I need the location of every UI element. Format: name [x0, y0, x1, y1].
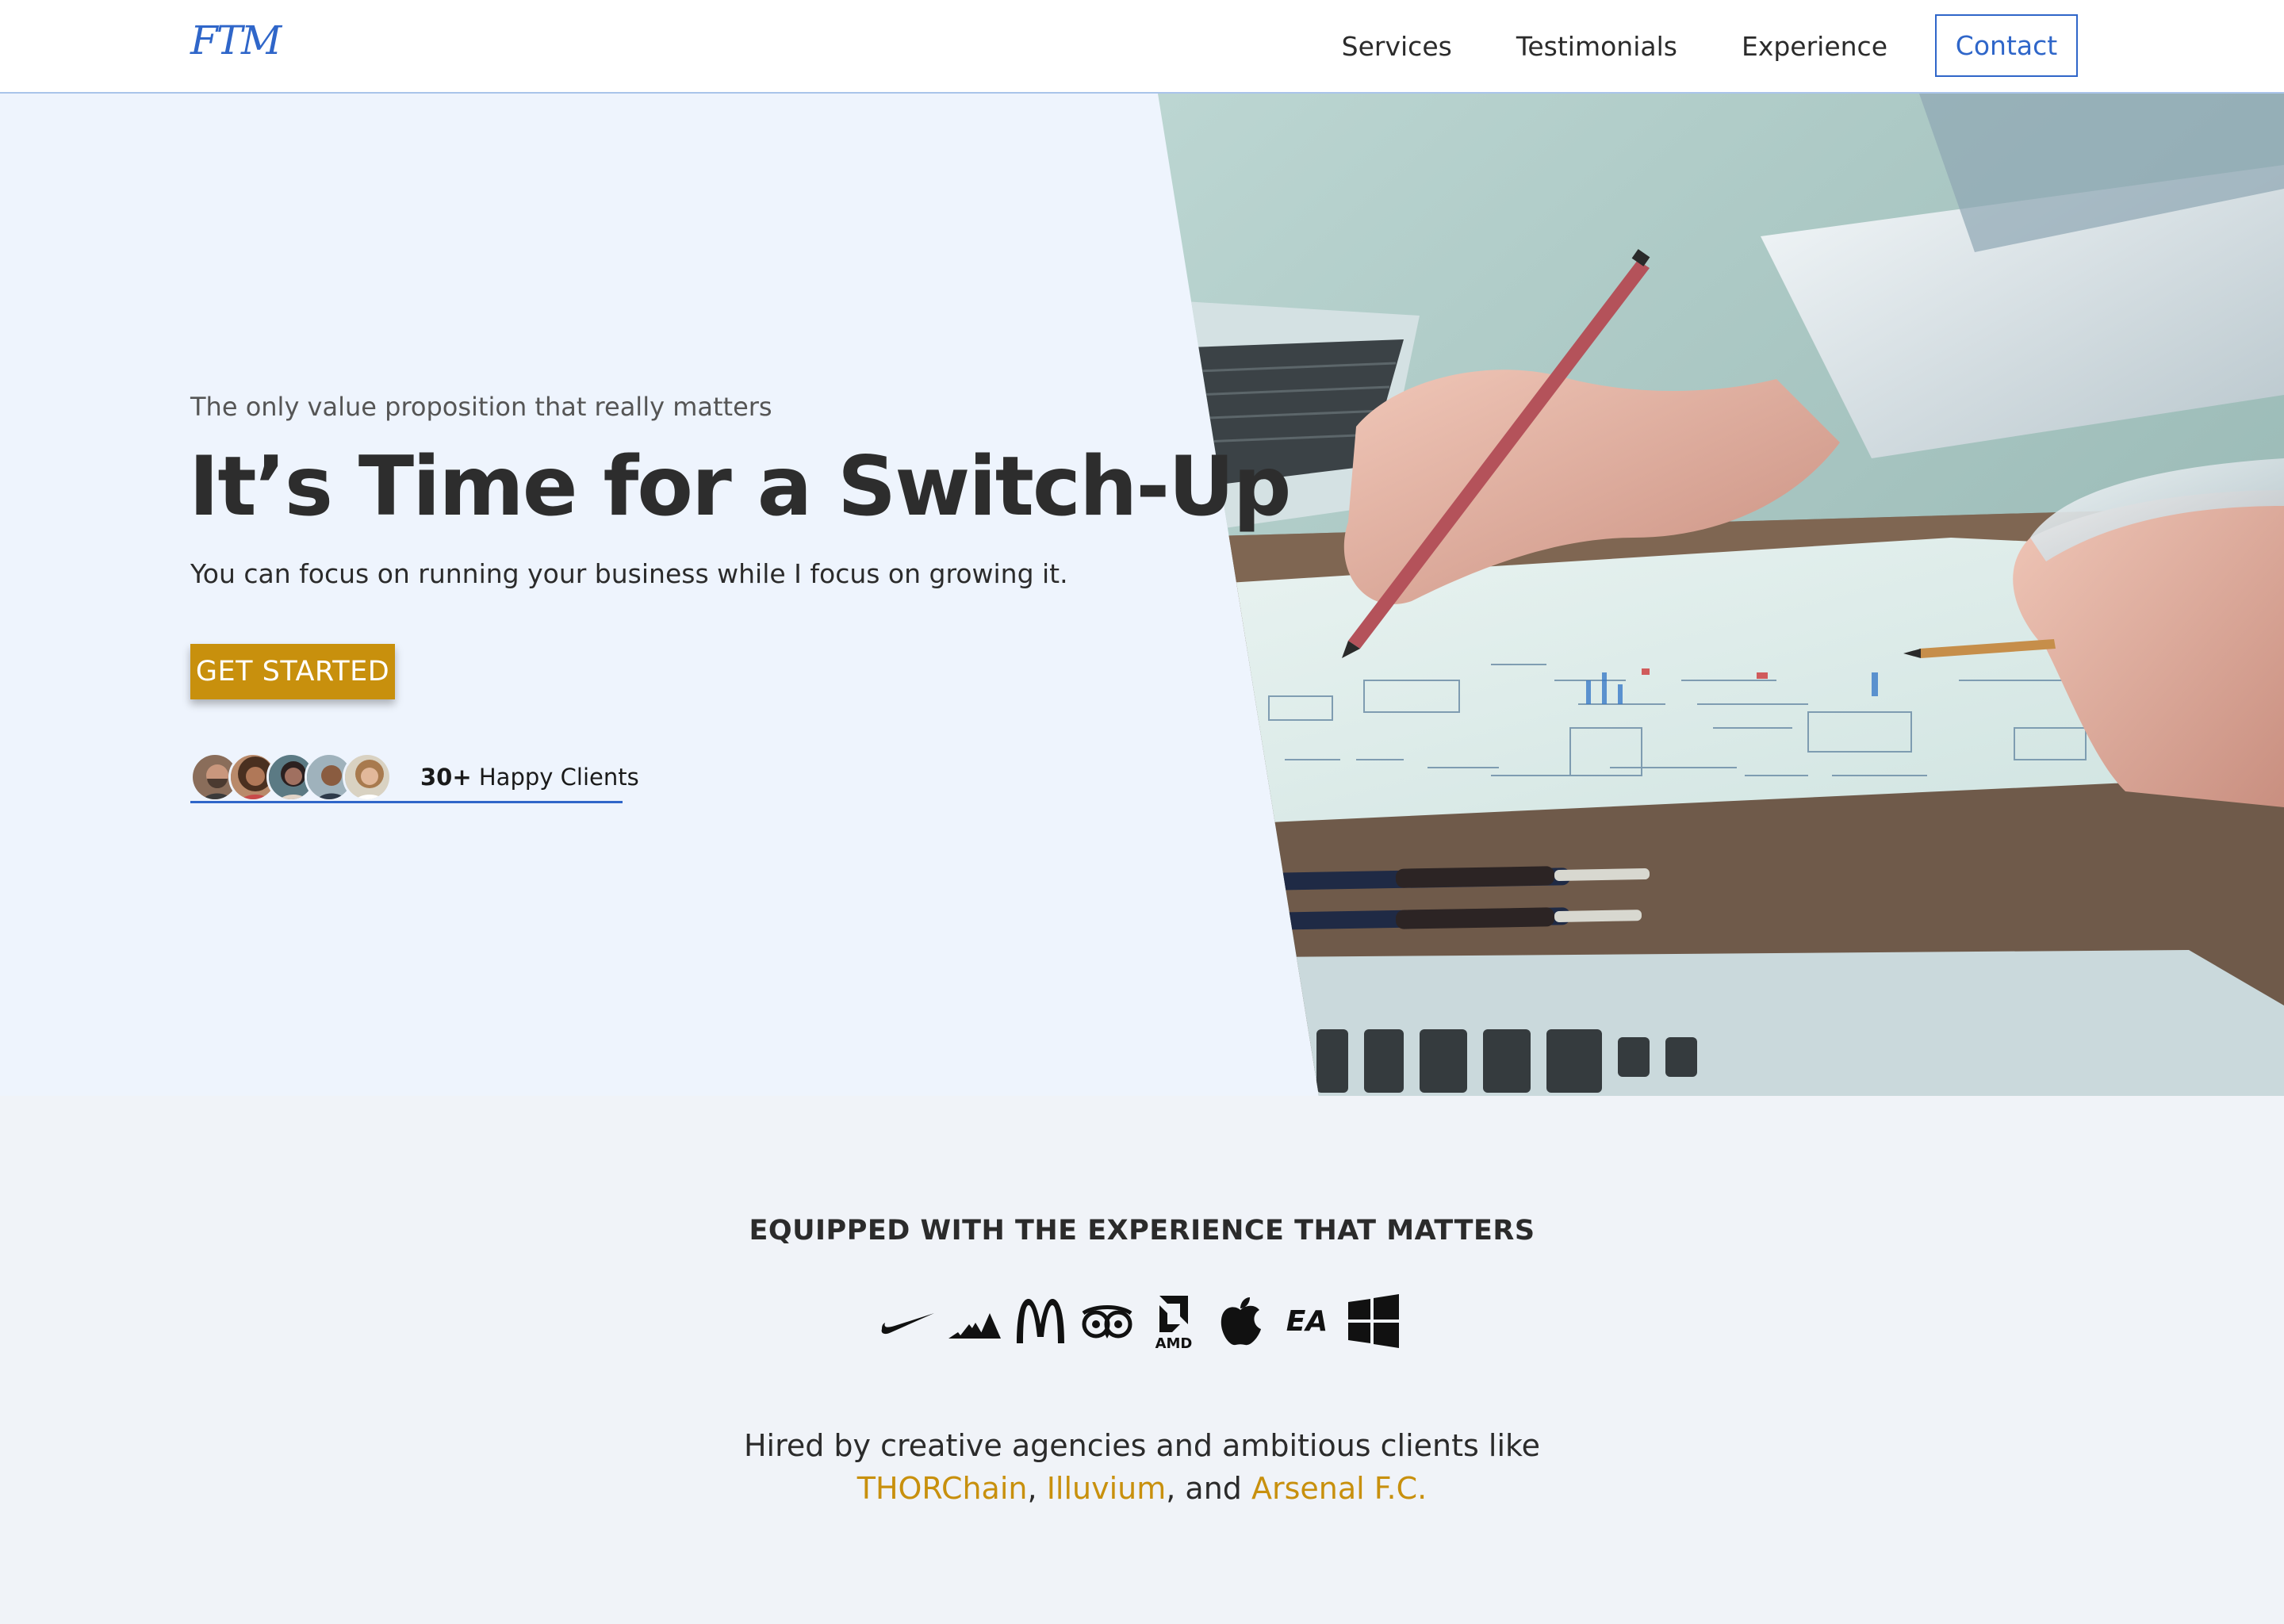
nav-link-testimonials[interactable]: Testimonials — [1516, 31, 1677, 62]
mcdonalds-icon — [1012, 1293, 1069, 1350]
happy-clients-text: 30+ Happy Clients — [420, 764, 639, 791]
client-arsenal: Arsenal F.C. — [1251, 1471, 1428, 1506]
hero-subline: You can focus on running your business w… — [190, 558, 1068, 589]
client-illuvium: Illuvium — [1046, 1471, 1167, 1506]
brand-logos: AMD EA — [879, 1293, 1412, 1350]
get-started-button[interactable]: GET STARTED — [190, 644, 395, 699]
svg-text:EA: EA — [1286, 1305, 1328, 1338]
hero-eyebrow: The only value proposition that really m… — [190, 392, 772, 422]
hero-section: The only value proposition that really m… — [0, 94, 2284, 1096]
windows-icon — [1345, 1293, 1402, 1350]
apple-icon — [1212, 1293, 1269, 1350]
clients-label: Happy Clients — [478, 764, 639, 791]
site-logo[interactable]: FTM — [190, 17, 282, 63]
amd-icon: AMD — [1145, 1293, 1202, 1350]
adidas-icon — [945, 1293, 1002, 1350]
hero-headline: It’s Time for a Switch-Up — [189, 439, 1291, 534]
tripadvisor-icon — [1079, 1293, 1136, 1350]
nav-links: Services Testimonials Experience — [1278, 0, 1887, 92]
separator-1: , — [1027, 1471, 1037, 1506]
clients-count: 30+ — [420, 764, 472, 791]
hired-by-line: Hired by creative agencies and ambitious… — [743, 1428, 1541, 1463]
experience-title: EQUIPPED WITH THE EXPERIENCE THAT MATTER… — [749, 1215, 1535, 1247]
hero-photo — [1158, 94, 2284, 1096]
nav-link-services[interactable]: Services — [1342, 31, 1452, 62]
svg-text:AMD: AMD — [1155, 1335, 1193, 1350]
client-avatars — [190, 753, 392, 802]
client-thorchain: THORChain — [856, 1471, 1028, 1506]
ea-icon: EA — [1278, 1293, 1336, 1350]
separator-2: , and — [1166, 1471, 1242, 1506]
hired-by-text: Hired by creative agencies and ambitious… — [0, 1424, 2284, 1510]
clients-underline — [190, 801, 623, 803]
top-nav: FTM Services Testimonials Experience Con… — [0, 0, 2284, 94]
contact-button[interactable]: Contact — [1935, 14, 2078, 77]
avatar — [343, 753, 392, 802]
nav-link-experience[interactable]: Experience — [1742, 31, 1887, 62]
happy-clients-link[interactable]: 30+ Happy Clients — [190, 752, 639, 803]
nike-icon — [879, 1293, 936, 1350]
